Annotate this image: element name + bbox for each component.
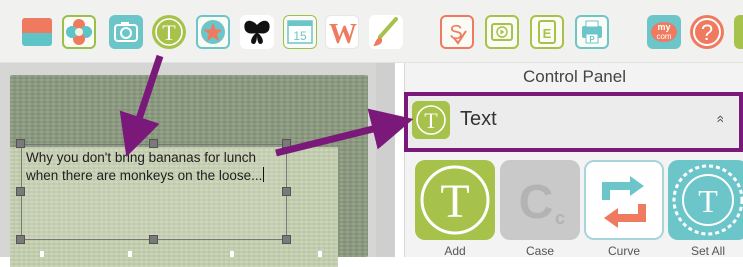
print-icon[interactable]: P: [575, 15, 609, 49]
slideshow-icon[interactable]: [485, 15, 519, 49]
wordart-icon-glyph: W: [329, 19, 357, 50]
layout-icon[interactable]: [20, 15, 54, 49]
case-icon: Cc: [500, 160, 580, 240]
canvas-edge-marker: [318, 251, 322, 257]
set-all-label: Set All: [690, 244, 726, 258]
main-toolbar: T 15 W S E P my com ?: [0, 0, 743, 63]
canvas-edge-marker: [128, 251, 132, 257]
text-section-icon-glyph: T: [424, 108, 438, 133]
camera-photo-icon[interactable]: [109, 15, 143, 49]
resize-handle-top-right[interactable]: [282, 139, 291, 148]
case-glyph-large: C: [519, 176, 554, 229]
curve-tool[interactable]: Curve: [584, 160, 664, 258]
star-shape-icon[interactable]: [196, 15, 230, 49]
add-text-label: Add: [444, 244, 466, 258]
text-section-icon: T: [412, 101, 450, 139]
mycom-icon[interactable]: my com: [647, 15, 681, 49]
text-icon-glyph: T: [162, 20, 176, 45]
set-all-icon: T: [668, 160, 743, 240]
text-section-title: Text: [460, 108, 497, 130]
calendar-icon[interactable]: 15: [283, 15, 317, 49]
add-text-glyph: T: [440, 175, 469, 228]
text-section-header[interactable]: T Text »: [404, 92, 743, 152]
help-icon-glyph: ?: [701, 20, 713, 45]
mycom-icon-top: my: [657, 22, 670, 32]
calendar-icon-date: 15: [293, 29, 307, 43]
collapse-chevron-icon[interactable]: »: [711, 115, 727, 123]
resize-handle-top-left[interactable]: [16, 139, 25, 148]
control-panel-title: Control Panel: [522, 67, 626, 86]
mycom-icon-bottom: com: [656, 32, 671, 41]
case-tool[interactable]: Cc Case: [500, 160, 580, 258]
case-label: Case: [525, 244, 554, 258]
case-glyph-small: c: [555, 208, 565, 228]
edit-icon-glyph: E: [543, 26, 552, 41]
resize-handle-left[interactable]: [16, 187, 25, 196]
help-icon[interactable]: ?: [690, 15, 724, 49]
canvas-edge-marker: [230, 251, 234, 257]
curve-icon: [584, 160, 664, 240]
set-all-tool[interactable]: T Set All: [668, 160, 743, 258]
save-icon[interactable]: S: [440, 15, 474, 49]
canvas-textbox-text: Why you don't bring bananas for lunch wh…: [26, 150, 263, 183]
text-caret: [263, 167, 265, 182]
resize-handle-bottom-right[interactable]: [282, 235, 291, 244]
edit-icon[interactable]: E: [530, 15, 564, 49]
set-all-glyph: T: [698, 183, 718, 219]
canvas-textbox[interactable]: Why you don't bring bananas for lunch wh…: [21, 144, 287, 240]
text-icon[interactable]: T: [152, 15, 186, 49]
resize-handle-top[interactable]: [149, 139, 158, 148]
curve-label: Curve: [607, 244, 640, 258]
resize-handle-right[interactable]: [282, 187, 291, 196]
flower-embellishment-icon[interactable]: [62, 15, 96, 49]
print-icon-glyph: P: [589, 35, 595, 44]
add-text-icon: T: [415, 160, 495, 240]
canvas-textbox-content[interactable]: Why you don't bring bananas for lunch wh…: [26, 149, 284, 185]
wordart-icon[interactable]: W: [325, 15, 359, 50]
resize-handle-bottom-left[interactable]: [16, 235, 25, 244]
add-text-tool[interactable]: T Add: [415, 160, 495, 258]
brush-icon[interactable]: [369, 15, 403, 49]
canvas-edge-marker: [40, 251, 44, 257]
resize-handle-bottom[interactable]: [149, 235, 158, 244]
butterfly-icon[interactable]: [240, 15, 274, 49]
more-toolbar-icon[interactable]: [734, 15, 743, 49]
